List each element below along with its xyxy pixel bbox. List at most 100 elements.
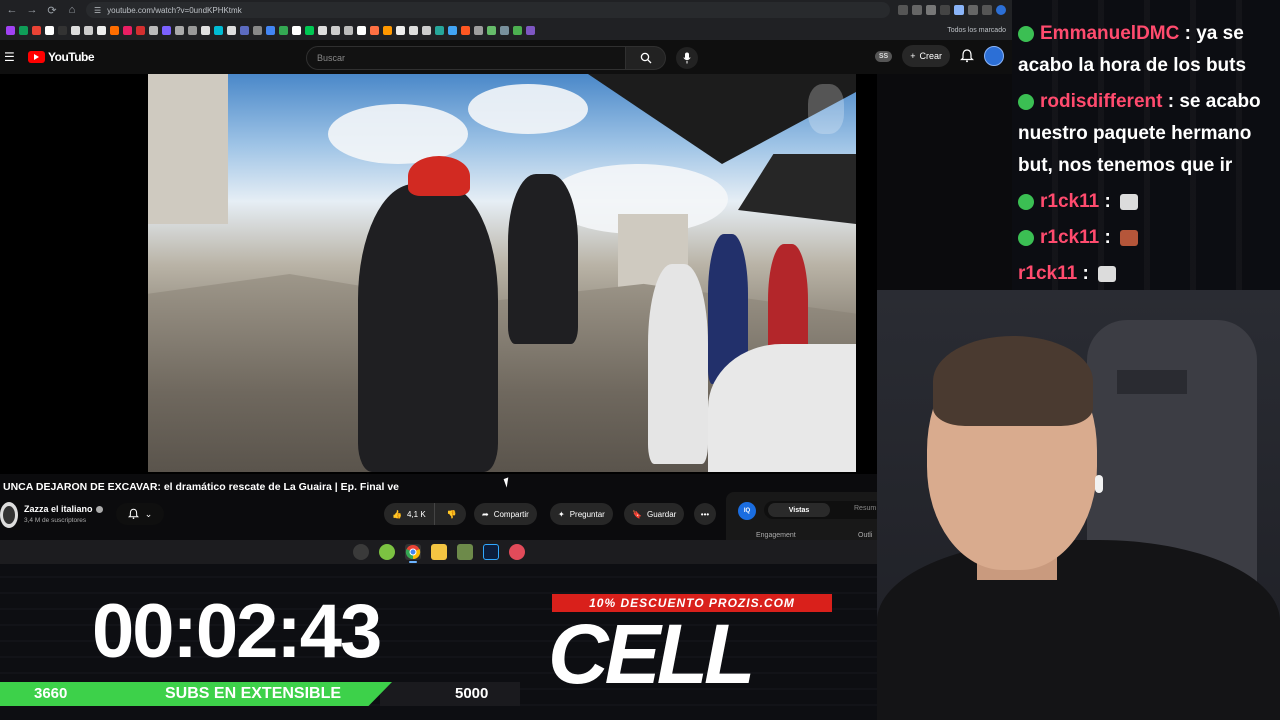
bookmark-icon[interactable] (45, 25, 54, 35)
video-scene-rescuer (358, 184, 498, 472)
bookmark-icon[interactable] (227, 25, 236, 35)
bookmark-icon[interactable] (292, 25, 301, 35)
extension-icon[interactable] (940, 5, 950, 15)
youtube-play-icon (28, 51, 45, 63)
bookmark-icon[interactable] (487, 25, 496, 35)
cat-emote-icon (1098, 265, 1117, 282)
voice-search-button[interactable] (676, 47, 698, 69)
zoom-icon[interactable] (898, 5, 908, 15)
create-label: Crear (919, 51, 942, 61)
back-icon[interactable]: ← (6, 4, 18, 16)
extension-icon[interactable] (954, 5, 964, 15)
more-actions-button[interactable]: ••• (694, 503, 716, 525)
sponsor-logo: CELL (548, 607, 755, 701)
chrome-icon[interactable] (404, 544, 421, 563)
tab-vistas[interactable]: Vistas (768, 503, 830, 517)
bookmark-icon[interactable] (97, 25, 106, 35)
video-player[interactable] (148, 74, 856, 472)
app-icon[interactable] (378, 544, 395, 560)
subs-goal-target: 5000 (455, 685, 489, 702)
bookmark-icon[interactable] (318, 25, 327, 35)
tab-resumen[interactable]: Resum (854, 505, 876, 512)
bookmark-icon[interactable] (110, 25, 119, 35)
bookmark-icon[interactable] (253, 25, 262, 35)
bookmark-icon[interactable] (6, 25, 15, 35)
bookmark-icon[interactable] (214, 25, 223, 35)
channel-avatar[interactable] (0, 502, 18, 528)
bookmark-icon[interactable] (500, 25, 509, 35)
subs-current: 3660 (34, 685, 68, 702)
app-icon[interactable] (352, 544, 369, 560)
profile-icon[interactable] (996, 5, 1006, 15)
stream-timer: 00:02:43 (92, 589, 382, 674)
app-icon[interactable] (456, 544, 473, 560)
bookmark-icon[interactable] (422, 25, 431, 35)
bookmark-icon[interactable] (188, 25, 197, 35)
address-bar[interactable]: ☰ youtube.com/watch?v=0undKPHKtmk (86, 2, 890, 18)
menu-icon[interactable] (982, 5, 992, 15)
site-info-icon[interactable]: ☰ (94, 6, 101, 15)
bookmark-icon[interactable] (149, 25, 158, 35)
share-button[interactable]: ➦ Compartir (474, 503, 537, 525)
bookmark-icon[interactable] (370, 25, 379, 35)
channel-name[interactable]: Zazza el italiano (24, 504, 103, 514)
subscription-bell-button[interactable]: ⌄ (116, 503, 164, 525)
notifications-bell-icon[interactable] (960, 49, 974, 63)
like-button[interactable]: 👍 4,1 K (384, 503, 435, 525)
channel-watermark[interactable] (808, 84, 844, 134)
ss-badge[interactable]: SS (874, 50, 893, 62)
bookmark-icon[interactable] (162, 25, 171, 35)
app-icon[interactable] (508, 544, 525, 560)
bookmark-icon[interactable] (19, 25, 28, 35)
bookmark-icon[interactable] (448, 25, 457, 35)
bookmark-icon[interactable] (123, 25, 132, 35)
search-button[interactable] (626, 46, 666, 70)
create-button[interactable]: + Crear (902, 45, 950, 67)
bookmark-icon[interactable] (84, 25, 93, 35)
iq-logo[interactable]: IQ (738, 502, 756, 520)
bookmark-icon[interactable] (32, 25, 41, 35)
bookmark-icon[interactable] (71, 25, 80, 35)
bookmark-icon[interactable] (305, 25, 314, 35)
bookmark-icon[interactable] (58, 25, 67, 35)
dislike-button[interactable]: 👎 (440, 503, 464, 525)
youtube-logo[interactable]: YouTube (28, 50, 95, 64)
search-input[interactable]: Buscar (306, 46, 626, 70)
bookmark-icon[interactable] (513, 25, 522, 35)
chat-badge-icon (1018, 93, 1034, 110)
bookmark-icon[interactable] (383, 25, 392, 35)
save-button[interactable]: 🔖 Guardar (624, 503, 685, 525)
bookmark-icon[interactable] (136, 25, 145, 35)
reload-icon[interactable]: ⟳ (46, 4, 58, 17)
bookmark-icon[interactable] (474, 25, 483, 35)
bookmark-icon[interactable] (435, 25, 444, 35)
bookmark-icon[interactable] (279, 25, 288, 35)
bookmark-star-icon[interactable] (926, 5, 936, 15)
ask-button[interactable]: ✦ Preguntar (550, 503, 613, 525)
bookmark-icon: 🔖 (632, 509, 642, 519)
bookmark-icon[interactable] (240, 25, 249, 35)
home-icon[interactable]: ⌂ (66, 4, 78, 16)
hamburger-menu-icon[interactable]: ☰ (4, 50, 18, 64)
photoshop-icon[interactable] (482, 544, 499, 560)
extensions-puzzle-icon[interactable] (968, 5, 978, 15)
bookmark-icon[interactable] (266, 25, 275, 35)
thumbs-up-icon: 👍 (392, 509, 402, 519)
bookmark-icon[interactable] (461, 25, 470, 35)
bookmark-icon[interactable] (201, 25, 210, 35)
bookmark-icon[interactable] (331, 25, 340, 35)
bookmark-icon[interactable] (526, 25, 535, 35)
share-icon[interactable] (912, 5, 922, 15)
forward-icon[interactable]: → (26, 4, 38, 16)
folder-icon[interactable] (430, 544, 447, 560)
account-avatar[interactable] (984, 46, 1004, 66)
bookmark-icon[interactable] (357, 25, 366, 35)
bookmark-icon[interactable] (344, 25, 353, 35)
search-bar: Buscar (306, 46, 666, 70)
bookmark-icon[interactable] (409, 25, 418, 35)
streamer-shirt (877, 540, 1280, 720)
bookmark-icon[interactable] (396, 25, 405, 35)
chair-logo (1117, 370, 1187, 394)
all-bookmarks-folder[interactable]: Todos los marcado (947, 27, 1006, 34)
bookmark-icon[interactable] (175, 25, 184, 35)
